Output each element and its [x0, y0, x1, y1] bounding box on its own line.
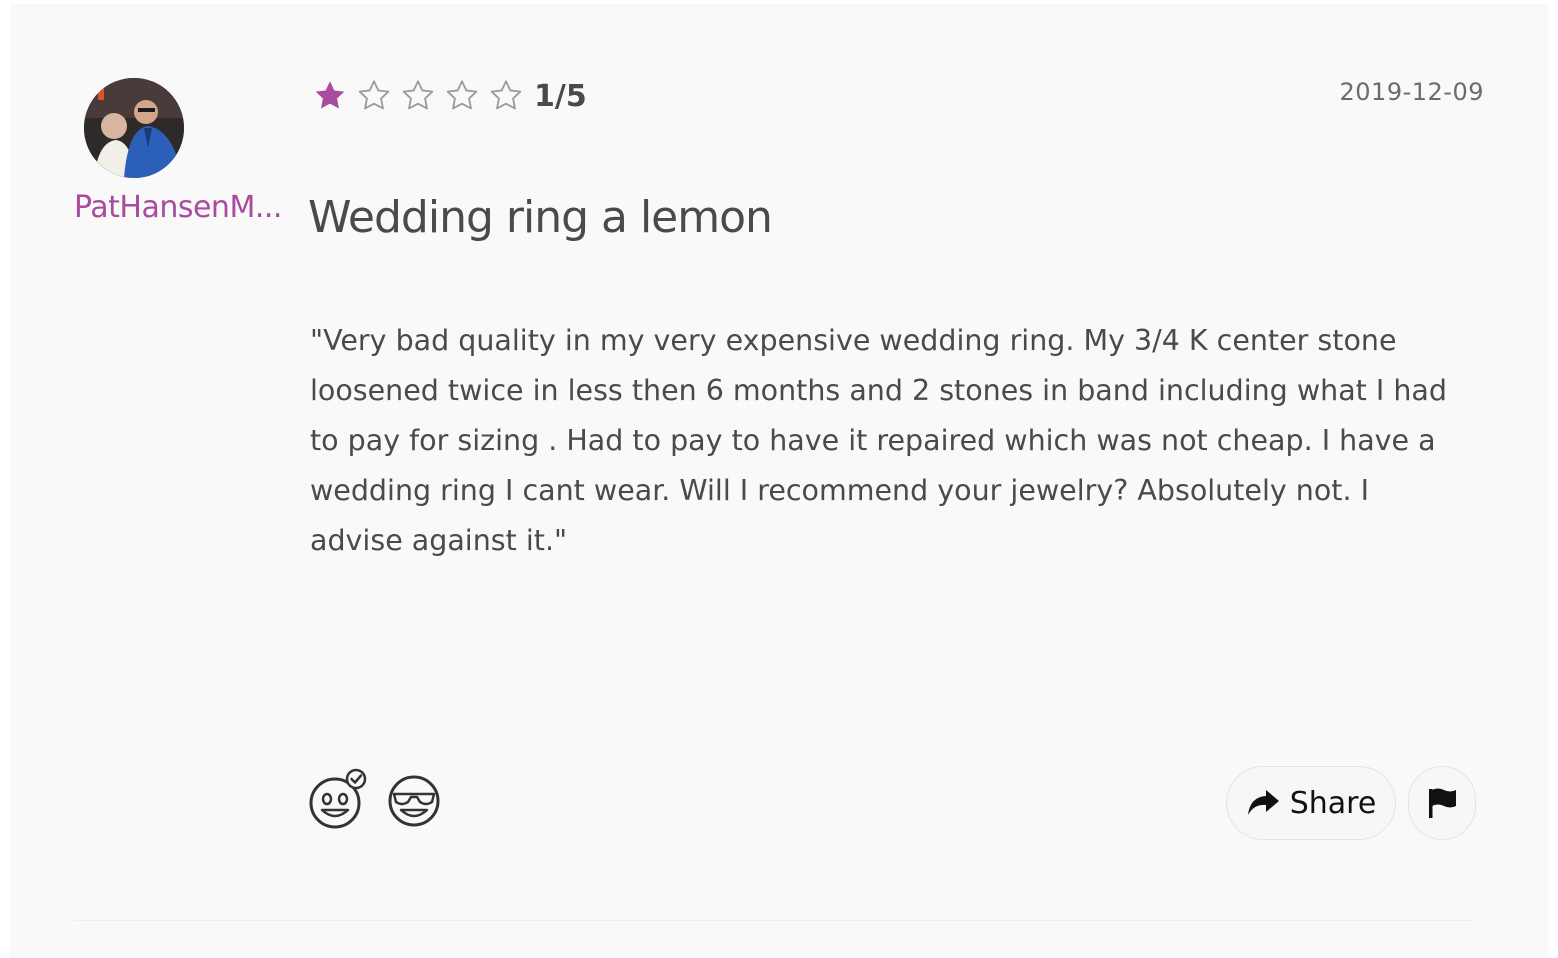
- share-arrow-icon: [1247, 790, 1279, 815]
- review-date: 2019-12-09: [1339, 78, 1484, 106]
- rating-label: 1/5: [534, 78, 587, 114]
- review-title: Wedding ring a lemon: [308, 192, 773, 243]
- star-empty-icon: [446, 80, 478, 110]
- reactions-bar: [308, 768, 464, 830]
- sunglasses-smiley-reaction-icon[interactable]: [386, 768, 448, 830]
- review-body: "Very bad quality in my very expensive w…: [310, 324, 1447, 557]
- review-card: PatHansenM... 1/5 2019-12-09 Wedding rin…: [10, 4, 1548, 958]
- user-photo-avatar: [84, 78, 184, 178]
- share-button[interactable]: Share: [1226, 766, 1396, 840]
- divider: [74, 920, 1474, 921]
- share-label: Share: [1289, 785, 1377, 821]
- smiley-check-reaction-icon[interactable]: [308, 768, 370, 830]
- star-filled-icon: [315, 81, 345, 109]
- username[interactable]: PatHansenM...: [74, 190, 296, 225]
- star-empty-icon: [358, 80, 390, 110]
- report-button[interactable]: [1408, 766, 1476, 840]
- user-avatar[interactable]: [84, 78, 184, 178]
- star-rating: 1/5: [312, 76, 587, 116]
- flag-icon: [1429, 788, 1456, 818]
- star-empty-icon: [402, 80, 434, 110]
- star-empty-icon: [490, 80, 522, 110]
